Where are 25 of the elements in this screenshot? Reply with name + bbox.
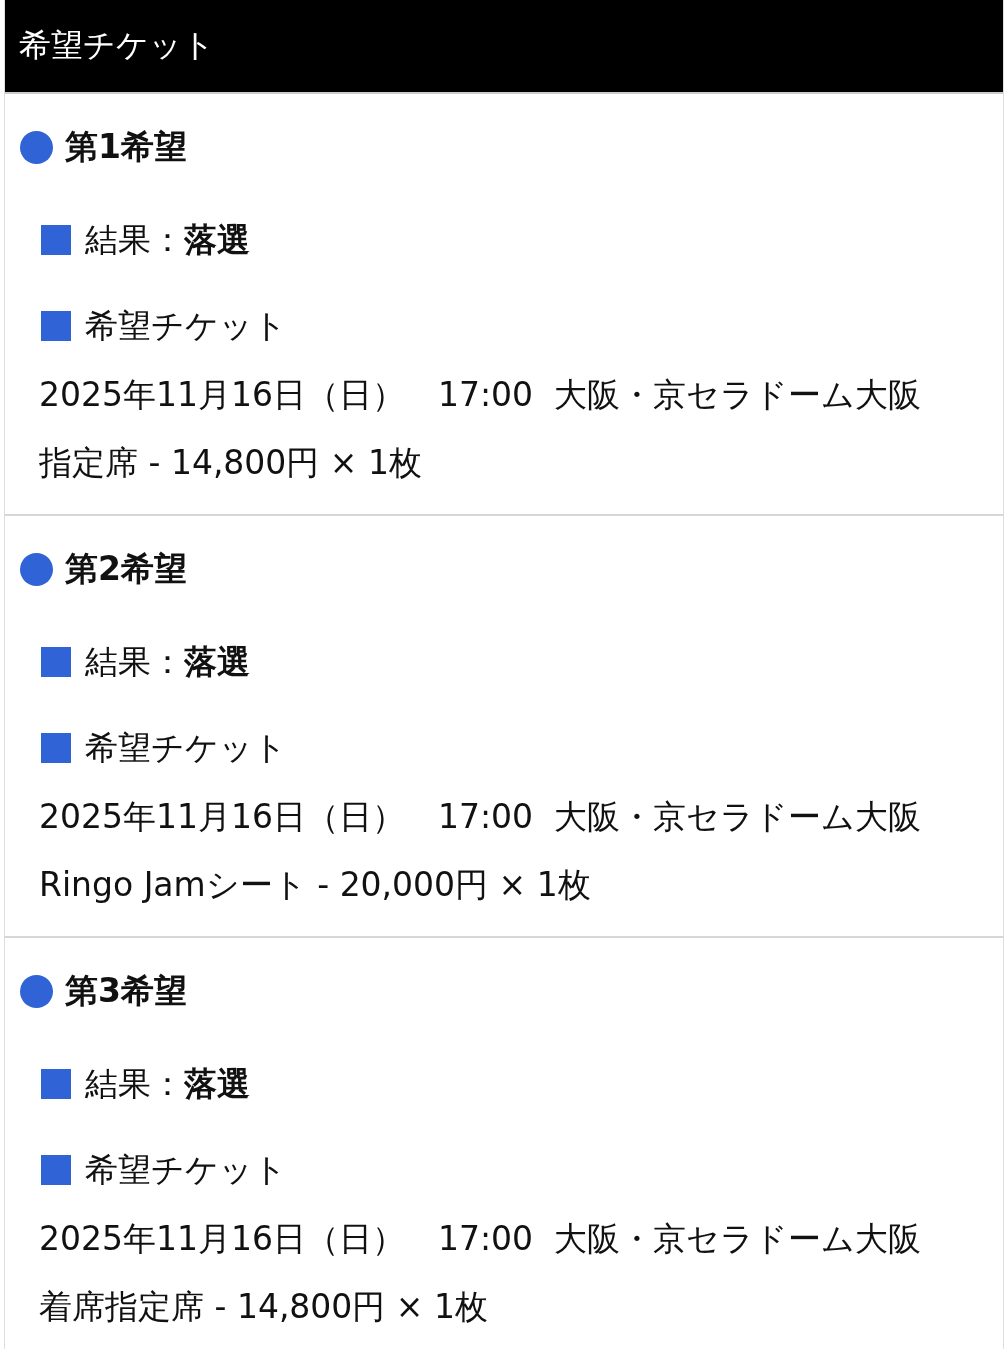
seat-text: Ringo Jamシート - 20,000円 × 1枚 xyxy=(38,864,592,906)
square-bullet-icon xyxy=(41,225,71,255)
result-text: 結果：落選 xyxy=(85,640,250,683)
seat-text: 指定席 - 14,800円 × 1枚 xyxy=(38,442,423,484)
page-title: 希望チケット xyxy=(5,0,1003,94)
square-bullet-icon xyxy=(41,1155,71,1185)
performance-text: 2025年11月16日（日） 17:00 大阪・京セラドーム大阪 xyxy=(38,1218,923,1260)
square-bullet-icon xyxy=(41,1069,71,1099)
square-bullet-icon xyxy=(41,311,71,341)
bullet-icon xyxy=(20,130,53,164)
ticket-heading: 希望チケット xyxy=(85,726,287,769)
bullet-icon xyxy=(20,974,53,1008)
ticket-heading: 希望チケット xyxy=(85,304,287,347)
result-text: 結果：落選 xyxy=(85,1062,250,1105)
ticket-heading: 希望チケット xyxy=(85,1148,287,1191)
square-bullet-icon xyxy=(41,733,71,763)
square-bullet-icon xyxy=(41,647,71,677)
performance-text: 2025年11月16日（日） 17:00 大阪・京セラドーム大阪 xyxy=(38,796,923,838)
result-text: 結果：落選 xyxy=(85,218,250,261)
bullet-icon xyxy=(20,552,53,586)
seat-text: 着席指定席 - 14,800円 × 1枚 xyxy=(38,1286,489,1328)
preference-heading: 第2希望 xyxy=(65,547,187,590)
performance-text: 2025年11月16日（日） 17:00 大阪・京セラドーム大阪 xyxy=(38,374,923,416)
preference-heading: 第1希望 xyxy=(65,125,187,168)
preference-heading: 第3希望 xyxy=(65,969,187,1012)
